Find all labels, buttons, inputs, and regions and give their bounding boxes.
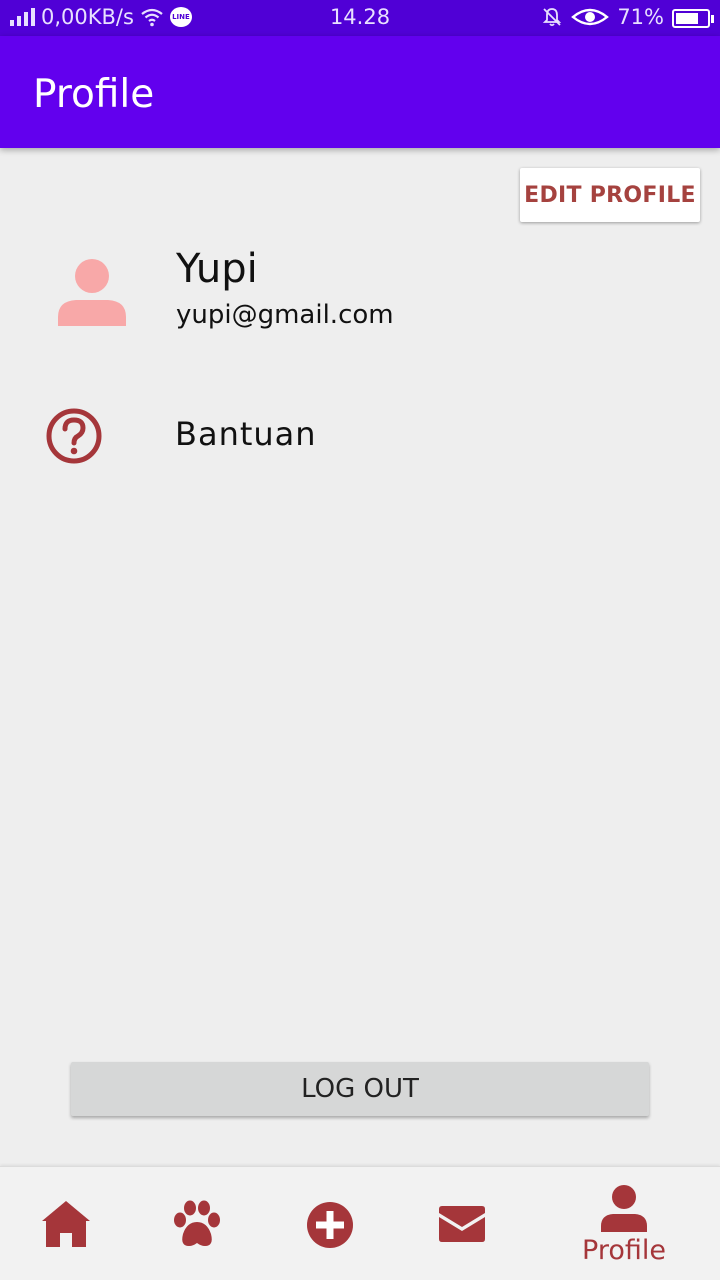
mail-icon	[439, 1206, 485, 1242]
home-icon	[42, 1201, 90, 1247]
nav-profile-label: Profile	[582, 1235, 666, 1266]
edit-profile-button[interactable]: EDIT PROFILE	[520, 168, 700, 222]
bottom-navigation: Profile	[0, 1166, 720, 1280]
logout-button[interactable]: LOG OUT	[71, 1062, 649, 1116]
status-right: 71%	[541, 5, 714, 29]
bell-muted-icon	[543, 8, 562, 27]
person-icon	[601, 1185, 647, 1232]
eye-icon	[571, 8, 610, 26]
nav-add[interactable]	[258, 1167, 402, 1280]
help-menu-item[interactable]: Bantuan	[0, 395, 720, 475]
battery-percent: 71%	[617, 5, 664, 29]
battery-icon	[672, 8, 714, 28]
help-icon	[46, 408, 102, 464]
paw-icon	[174, 1200, 220, 1246]
page-title: Profile	[33, 72, 155, 117]
user-email: yupi@gmail.com	[176, 300, 394, 330]
status-bar: 0,00KB/s LINE 14.28 71%	[0, 0, 720, 36]
avatar-icon	[58, 259, 126, 326]
app-bar: Profile	[0, 36, 720, 148]
user-name: Yupi	[176, 246, 258, 292]
nav-profile[interactable]: Profile	[552, 1167, 696, 1280]
nav-pets[interactable]	[130, 1167, 274, 1280]
help-label: Bantuan	[175, 415, 317, 453]
nav-home[interactable]	[0, 1167, 144, 1280]
add-circle-icon	[307, 1202, 353, 1248]
nav-messages[interactable]	[390, 1167, 534, 1280]
